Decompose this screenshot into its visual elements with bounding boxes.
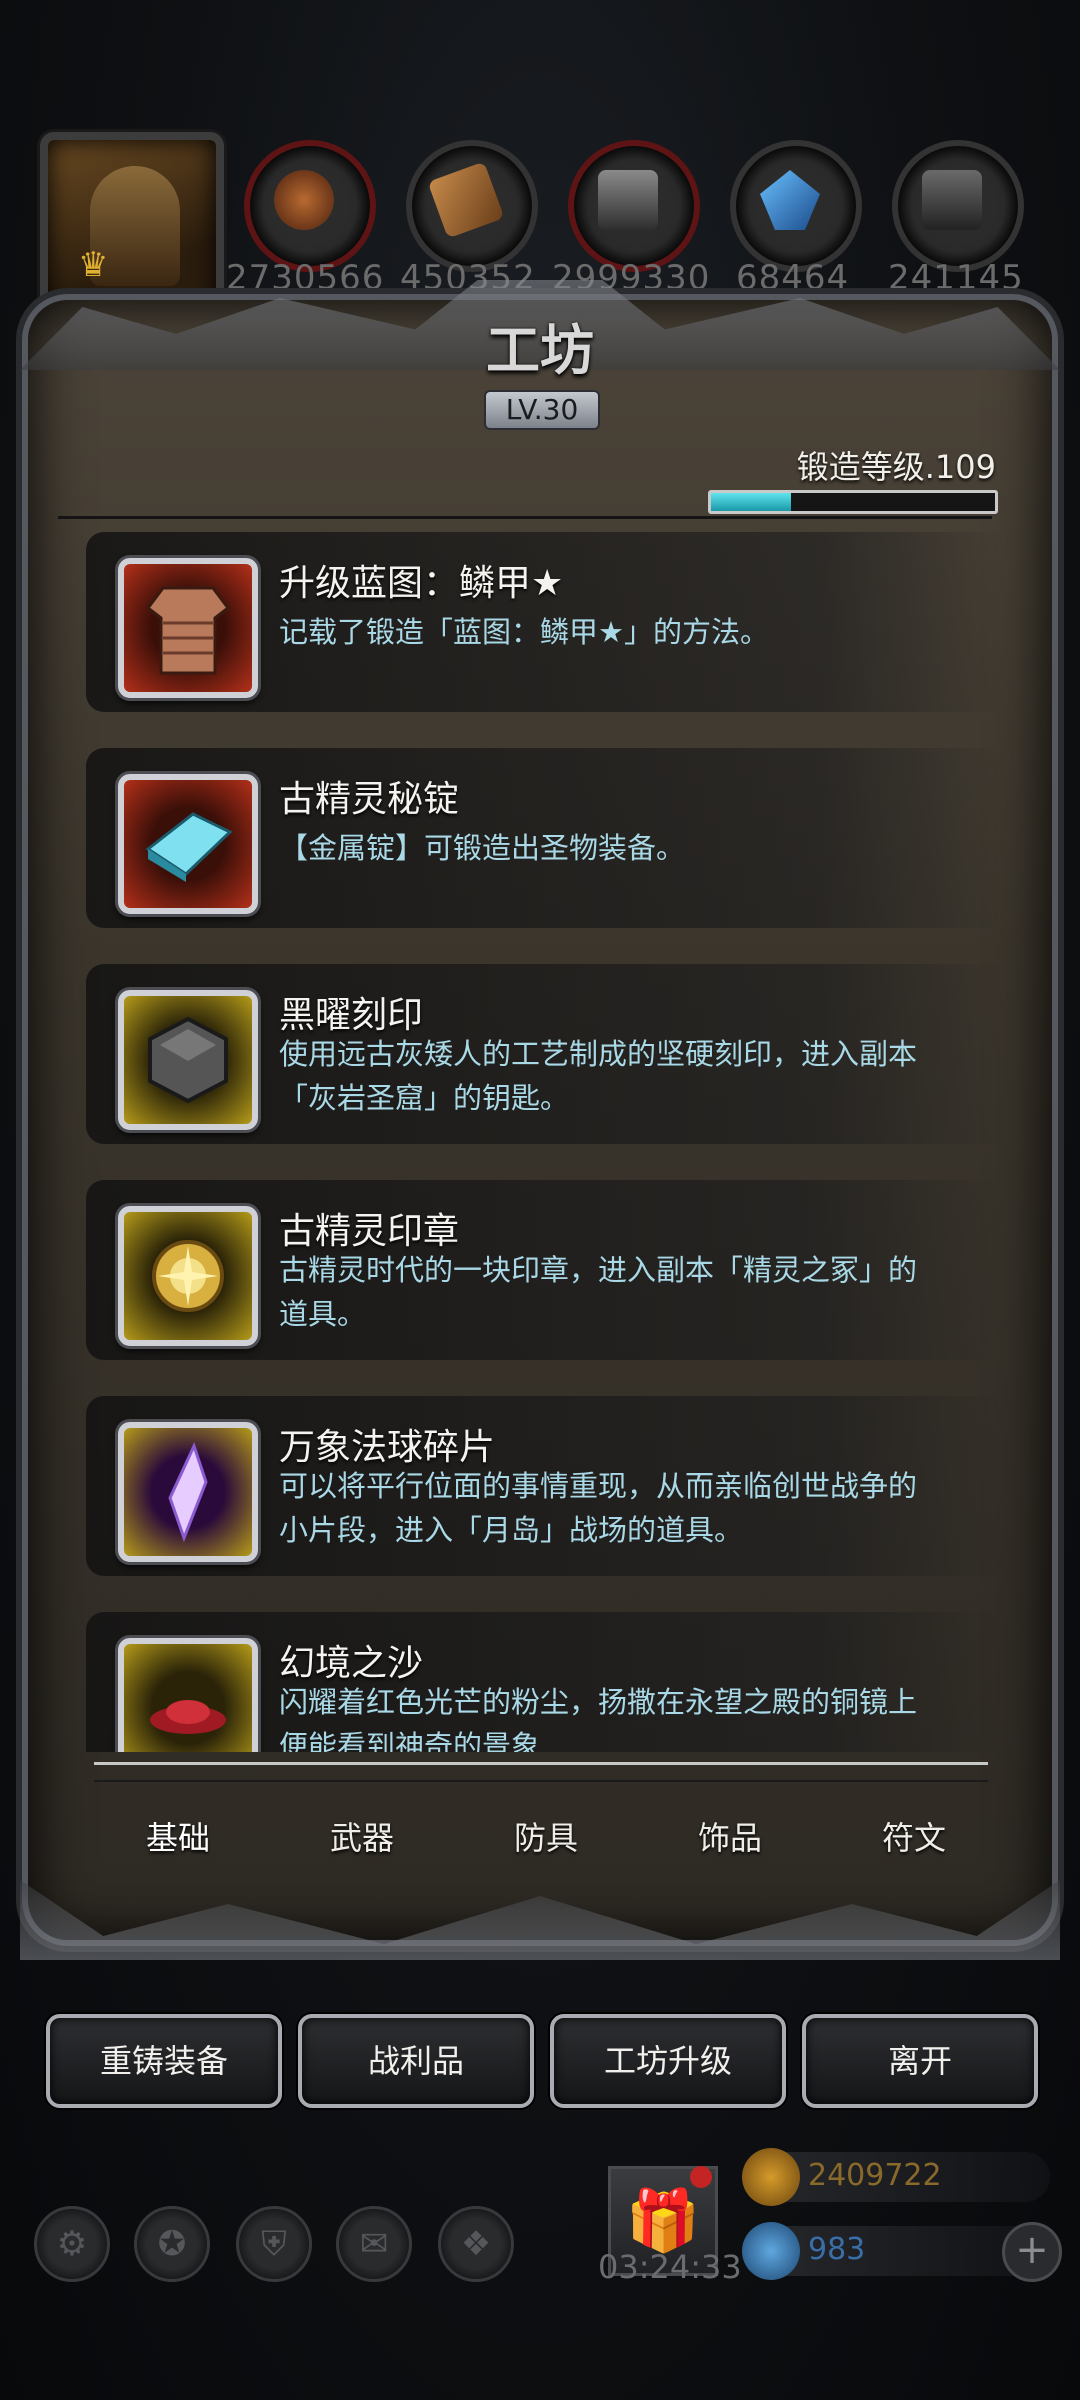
item-name: 升级蓝图：鳞甲★ (279, 563, 564, 604)
item-description: 可以将平行位面的事情重现，从而亲临创世战争的小片段，进入「月岛」战场的道具。 (279, 1469, 918, 1547)
loot-button[interactable]: 战利品 (298, 2014, 534, 2108)
crystal-value: 68464 (736, 258, 850, 298)
obsidian-seal-icon (118, 990, 258, 1130)
item-name: 万象法球碎片 (279, 1427, 496, 1468)
list-item[interactable]: 古精灵秘锭 【金属锭】可锻造出圣物装备。 (86, 748, 1006, 928)
forge-level-label: 锻造等级.109 (796, 448, 996, 486)
item-description: 使用远古灰矮人的工艺制成的坚硬刻印，进入副本「灰岩圣窟」的钥匙。 (279, 1037, 918, 1115)
tab-divider (94, 1762, 988, 1765)
scale-armor-icon (118, 558, 258, 698)
social-icon[interactable]: ❖ (438, 2206, 514, 2282)
item-name: 黑曜刻印 (279, 995, 424, 1036)
orb-shard-icon (118, 1422, 258, 1562)
ore-resource-icon[interactable] (244, 140, 376, 272)
gem-amount: 983 (808, 2232, 866, 2267)
tab-accessories[interactable]: 饰品 (638, 1808, 822, 1868)
item-name: 古精灵印章 (279, 1211, 460, 1252)
reforge-button[interactable]: 重铸装备 (46, 2014, 282, 2108)
achievement-icon[interactable]: ✪ (134, 2206, 210, 2282)
item-description: 闪耀着红色光芒的粉尘，扬撒在永望之殿的铜镜上便能看到神奇的景象 (279, 1685, 918, 1752)
list-item[interactable]: 万象法球碎片 可以将平行位面的事情重现，从而亲临创世战争的小片段，进入「月岛」战… (86, 1396, 1006, 1576)
trophy-icon: ♛ (78, 245, 109, 285)
tab-divider-shadow (94, 1780, 988, 1782)
list-item[interactable]: 升级蓝图：鳞甲★ 记载了锻造「蓝图：鳞甲★」的方法。 (86, 532, 1006, 712)
tab-basic[interactable]: 基础 (86, 1808, 270, 1868)
notification-dot (690, 2166, 712, 2188)
forge-progress-fill (711, 493, 791, 511)
list-item[interactable]: 黑曜刻印 使用远古灰矮人的工艺制成的坚硬刻印，进入副本「灰岩圣窟」的钥匙。 (86, 964, 1006, 1144)
item-description: 古精灵时代的一块印章，进入副本「精灵之冢」的道具。 (279, 1253, 918, 1331)
crystal-ingot-icon (118, 774, 258, 914)
header-divider (58, 516, 992, 519)
item-description: 记载了锻造「蓝图：鳞甲★」的方法。 (279, 615, 769, 649)
recipe-list[interactable]: 升级蓝图：鳞甲★ 记载了锻造「蓝图：鳞甲★」的方法。 古精灵秘锭 【金属锭】可锻… (86, 532, 1006, 1752)
wood-resource-icon[interactable] (406, 140, 538, 272)
ore-value: 2730566 (226, 258, 385, 298)
gem-icon (742, 2222, 800, 2280)
list-item[interactable]: 幻境之沙 闪耀着红色光芒的粉尘，扬撒在永望之殿的铜镜上便能看到神奇的景象 (86, 1612, 1006, 1752)
item-name: 古精灵秘锭 (279, 779, 460, 820)
item-description: 【金属锭】可锻造出圣物装备。 (279, 831, 686, 865)
category-tabs: 基础 武器 防具 饰品 符文 (86, 1808, 1006, 1868)
workshop-level-badge: LV.30 (484, 390, 600, 430)
forge-progress-bar (708, 490, 998, 514)
item-name: 幻境之沙 (279, 1643, 424, 1684)
panel-title: 工坊 (486, 318, 594, 382)
leave-button[interactable]: 离开 (802, 2014, 1038, 2108)
add-currency-button[interactable]: + (1002, 2222, 1062, 2282)
steel-value: 241145 (888, 258, 1024, 298)
tab-runes[interactable]: 符文 (822, 1808, 1006, 1868)
list-item[interactable]: 古精灵印章 古精灵时代的一块印章，进入副本「精灵之冢」的道具。 (86, 1180, 1006, 1360)
guild-icon[interactable]: ⛨ (236, 2206, 312, 2282)
elf-seal-icon (118, 1206, 258, 1346)
illusion-sand-icon (118, 1638, 258, 1752)
steel-resource-icon[interactable] (892, 140, 1024, 272)
player-avatar[interactable]: ♛ (40, 132, 224, 316)
gold-coin-icon (742, 2148, 800, 2206)
tab-armor[interactable]: 防具 (454, 1808, 638, 1868)
crystal-resource-icon[interactable] (730, 140, 862, 272)
iron-resource-icon[interactable] (568, 140, 700, 272)
settings-icon[interactable]: ⚙ (34, 2206, 110, 2282)
mail-icon[interactable]: ✉ (336, 2206, 412, 2282)
gift-timer: 03:24:33 (598, 2248, 742, 2286)
tab-weapons[interactable]: 武器 (270, 1808, 454, 1868)
gold-amount: 2409722 (808, 2158, 942, 2193)
workshop-upgrade-button[interactable]: 工坊升级 (550, 2014, 786, 2108)
